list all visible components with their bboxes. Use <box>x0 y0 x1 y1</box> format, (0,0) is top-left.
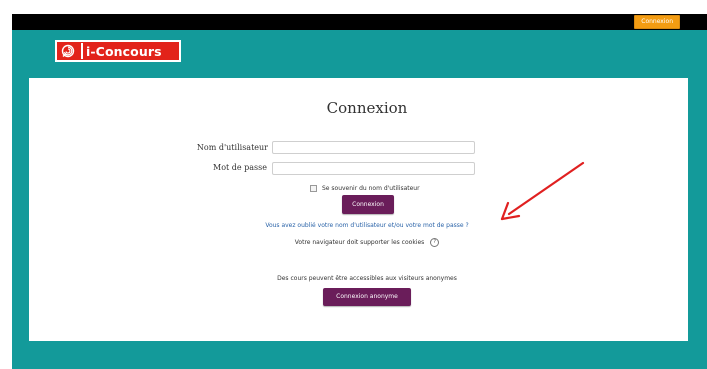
guest-access-note: Des cours peuvent être accessibles aux v… <box>277 275 457 282</box>
help-icon[interactable]: ? <box>430 238 440 247</box>
site-footer <box>12 341 707 369</box>
forgot-credentials-link[interactable]: Vous avez oublié votre nom d'utilisateur… <box>200 222 534 229</box>
red-annotation-arrow-icon <box>500 161 585 221</box>
page-title: Connexion <box>326 99 408 117</box>
username-input[interactable] <box>272 141 475 154</box>
right-margin-band <box>688 78 707 341</box>
site-logo[interactable]: i-Concours <box>55 40 181 62</box>
password-input[interactable] <box>272 162 475 175</box>
remember-checkbox[interactable] <box>310 185 317 192</box>
left-margin-band <box>12 78 29 341</box>
remember-label: Se souvenir du nom d'utilisateur <box>322 185 420 192</box>
top-login-button[interactable]: Connexion <box>634 15 680 29</box>
guest-login-button[interactable]: Connexion anonyme <box>323 288 411 306</box>
cookies-note: Votre navigateur doit supporter les cook… <box>250 238 484 247</box>
top-navbar: Connexion <box>12 14 707 30</box>
remember-username: Se souvenir du nom d'utilisateur <box>310 185 420 192</box>
cookies-note-text: Votre navigateur doit supporter les cook… <box>294 239 425 246</box>
login-button[interactable]: Connexion <box>342 195 394 214</box>
password-label: Mot de passe <box>213 163 267 172</box>
logo-divider <box>81 43 83 59</box>
site-header: i-Concours <box>12 30 707 78</box>
logo-text: i-Concours <box>86 43 162 59</box>
spiral-logo-icon <box>57 42 79 60</box>
username-label: Nom d'utilisateur <box>196 143 268 152</box>
